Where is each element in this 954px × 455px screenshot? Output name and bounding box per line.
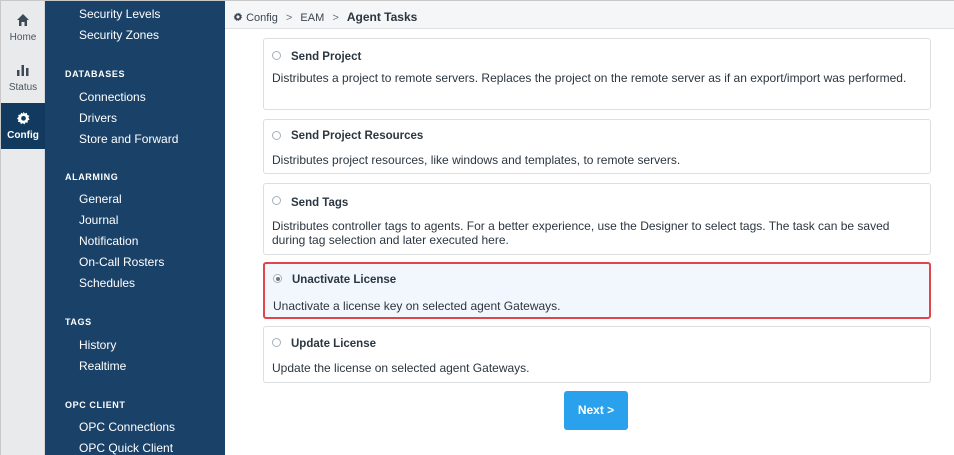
rail-status[interactable]: Status bbox=[1, 55, 45, 99]
task-title: Send Project Resources bbox=[291, 130, 424, 142]
task-description: Distributes controller tags to agents. F… bbox=[272, 219, 890, 247]
breadcrumb-separator: > bbox=[285, 12, 293, 24]
task-title: Unactivate License bbox=[292, 274, 397, 286]
task-description: Unactivate a license key on selected age… bbox=[273, 299, 561, 313]
sidebar-item-security-levels[interactable]: Security Levels bbox=[79, 7, 160, 21]
task-title: Update License bbox=[291, 338, 376, 350]
task-radio[interactable] bbox=[272, 51, 281, 60]
gear-icon bbox=[1, 111, 45, 129]
sidebar-item-history[interactable]: History bbox=[79, 338, 116, 352]
rail-home[interactable]: Home bbox=[1, 5, 45, 49]
task-card-update-license[interactable]: Update License Update the license on sel… bbox=[263, 326, 931, 383]
task-description: Update the license on selected agent Gat… bbox=[272, 361, 530, 375]
breadcrumb-current: Agent Tasks bbox=[346, 10, 418, 24]
task-card-send-project[interactable]: Send Project Distributes a project to re… bbox=[263, 38, 931, 110]
sidebar-heading-databases: DATABASES bbox=[65, 69, 126, 79]
task-description: Distributes a project to remote servers.… bbox=[272, 71, 907, 85]
breadcrumb-config-link[interactable]: Config bbox=[246, 12, 278, 24]
sidebar-item-schedules[interactable]: Schedules bbox=[79, 276, 135, 290]
breadcrumb: Config > EAM > Agent Tasks bbox=[225, 1, 954, 29]
sidebar-item-opc-quick-client[interactable]: OPC Quick Client bbox=[79, 441, 173, 455]
sidebar-item-on-call-rosters[interactable]: On-Call Rosters bbox=[79, 255, 164, 269]
sidebar-heading-tags: TAGS bbox=[65, 317, 92, 327]
task-description: Distributes project resources, like wind… bbox=[272, 153, 681, 167]
rail-status-label: Status bbox=[8, 82, 38, 93]
task-radio[interactable] bbox=[272, 196, 281, 205]
task-card-send-tags[interactable]: Send Tags Distributes controller tags to… bbox=[263, 183, 931, 255]
sidebar-item-security-zones[interactable]: Security Zones bbox=[79, 28, 159, 42]
sidebar-item-journal[interactable]: Journal bbox=[79, 213, 118, 227]
main-content: Config > EAM > Agent Tasks Send Project … bbox=[225, 1, 954, 455]
gear-icon bbox=[233, 12, 243, 25]
rail-home-label: Home bbox=[9, 32, 37, 43]
bar-chart-icon bbox=[1, 63, 45, 81]
breadcrumb-eam-link[interactable]: EAM bbox=[300, 12, 324, 24]
task-title: Send Tags bbox=[291, 197, 349, 209]
sidebar-item-connections[interactable]: Connections bbox=[79, 90, 146, 104]
sidebar-item-notification[interactable]: Notification bbox=[79, 234, 138, 248]
sidebar-item-drivers[interactable]: Drivers bbox=[79, 111, 117, 125]
task-radio[interactable] bbox=[272, 131, 281, 140]
sidebar-item-store-and-forward[interactable]: Store and Forward bbox=[79, 132, 178, 146]
config-sidebar: Security Levels Security Zones DATABASES… bbox=[45, 1, 225, 455]
task-card-unactivate-license[interactable]: Unactivate License Unactivate a license … bbox=[263, 262, 931, 319]
task-title: Send Project bbox=[291, 51, 362, 63]
home-icon bbox=[1, 13, 45, 31]
sidebar-heading-opc-client: OPC CLIENT bbox=[65, 400, 126, 410]
task-card-send-project-resources[interactable]: Send Project Resources Distributes proje… bbox=[263, 119, 931, 174]
task-radio-selected[interactable] bbox=[273, 274, 282, 283]
sidebar-heading-alarming: ALARMING bbox=[65, 172, 119, 182]
task-radio[interactable] bbox=[272, 338, 281, 347]
icon-rail: Home Status Config bbox=[1, 1, 45, 455]
rail-config[interactable]: Config bbox=[1, 103, 45, 149]
sidebar-item-opc-connections[interactable]: OPC Connections bbox=[79, 420, 175, 434]
rail-config-label: Config bbox=[7, 130, 39, 141]
sidebar-item-general[interactable]: General bbox=[79, 192, 122, 206]
sidebar-item-realtime[interactable]: Realtime bbox=[79, 359, 126, 373]
next-button[interactable]: Next > bbox=[564, 391, 628, 430]
breadcrumb-separator: > bbox=[332, 12, 339, 24]
